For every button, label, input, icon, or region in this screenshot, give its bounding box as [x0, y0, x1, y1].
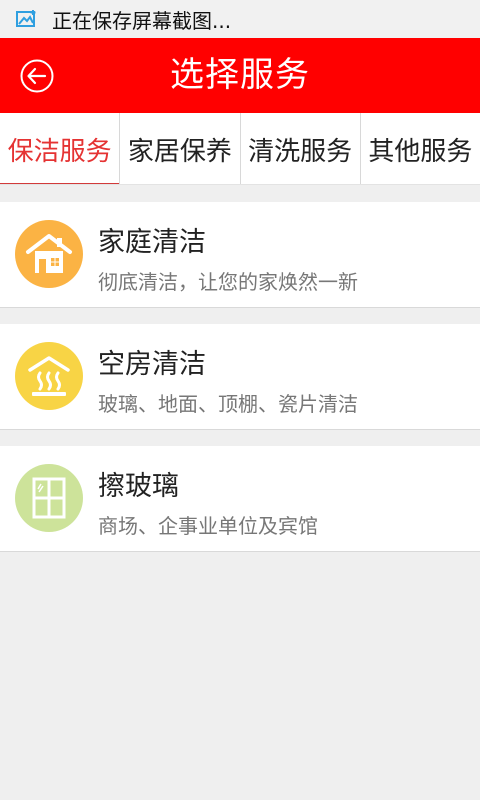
header-bar: 选择服务: [0, 38, 480, 113]
page-title: 选择服务: [170, 55, 310, 95]
list-item-home-cleaning[interactable]: 家庭清洁 彻底清洁，让您的家焕然一新: [0, 202, 480, 308]
house-icon: [15, 220, 83, 288]
service-name: 擦玻璃: [98, 471, 179, 502]
service-description: 彻底清洁，让您的家焕然一新: [98, 270, 358, 294]
status-bar: 正在保存屏幕截图...: [0, 0, 480, 38]
service-description: 玻璃、地面、顶棚、瓷片清洁: [98, 392, 358, 416]
back-arrow-icon: [20, 59, 54, 93]
status-message: 正在保存屏幕截图...: [52, 8, 232, 33]
service-name: 空房清洁: [98, 349, 206, 380]
tabs-divider: [0, 184, 480, 185]
service-description: 商场、企事业单位及宾馆: [98, 514, 318, 538]
back-button[interactable]: [20, 59, 54, 93]
tab-cleaning-service[interactable]: 保洁服务: [0, 113, 121, 185]
heater-icon: [15, 342, 83, 410]
tab-home-maintenance[interactable]: 家居保养: [120, 113, 241, 185]
list-item-window-cleaning[interactable]: 擦玻璃 商场、企事业单位及宾馆: [0, 446, 480, 552]
service-list: 家庭清洁 彻底清洁，让您的家焕然一新 空房清洁 玻璃、地面、顶棚、瓷片清洁 擦玻…: [0, 202, 480, 568]
tab-washing-service[interactable]: 清洗服务: [241, 113, 361, 185]
window-icon: [15, 464, 83, 532]
service-name: 家庭清洁: [98, 227, 206, 258]
category-tabs: 保洁服务 家居保养 清洗服务 其他服务: [0, 113, 480, 185]
screenshot-image-icon: [14, 7, 38, 31]
list-item-vacant-room-cleaning[interactable]: 空房清洁 玻璃、地面、顶棚、瓷片清洁: [0, 324, 480, 430]
tab-other-service[interactable]: 其他服务: [361, 113, 480, 185]
